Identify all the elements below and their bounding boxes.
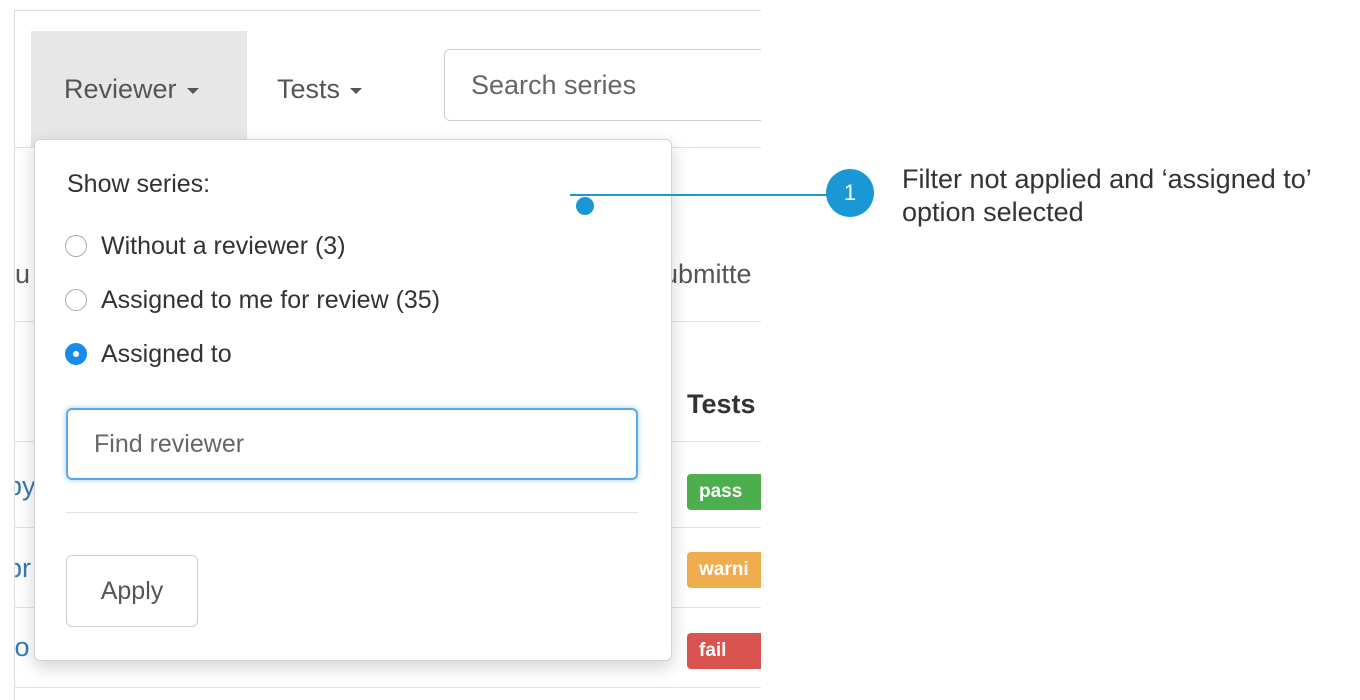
callout-connector-line xyxy=(570,194,828,196)
navbar: Reviewer Tests xyxy=(15,31,761,148)
search-series-input[interactable] xyxy=(444,49,761,121)
dropdown-divider xyxy=(66,512,638,513)
show-series-heading: Show series: xyxy=(67,170,211,198)
radio-button-icon[interactable] xyxy=(65,235,87,257)
tests-dropdown-toggle[interactable]: Tests xyxy=(277,31,363,147)
test-status-badge-pass: pass xyxy=(687,474,761,510)
reviewer-dropdown-toggle[interactable]: Reviewer xyxy=(31,31,247,147)
tests-label: Tests xyxy=(277,74,341,104)
column-fragment-submitted: ubmitte xyxy=(663,259,752,289)
radio-option-without-reviewer[interactable]: Without a reviewer (3) xyxy=(65,229,346,263)
caret-down-icon xyxy=(186,87,199,94)
radio-label: Without a reviewer (3) xyxy=(101,231,346,260)
radio-option-assigned-to-me[interactable]: Assigned to me for review (35) xyxy=(65,283,440,317)
callout-number-badge: 1 xyxy=(826,169,874,217)
radio-label: Assigned to me for review (35) xyxy=(101,285,441,314)
test-status-badge-warning: warni xyxy=(687,552,761,588)
table-divider xyxy=(15,687,761,688)
radio-label: Assigned to xyxy=(101,339,232,368)
caret-down-icon xyxy=(350,87,363,94)
screenshot-region: Reviewer Tests u ubmitte Tests py pr fo … xyxy=(14,10,761,700)
series-link[interactable]: fo xyxy=(15,632,30,663)
tests-column-header: Tests xyxy=(687,389,756,419)
radio-button-checked-icon[interactable] xyxy=(65,343,87,365)
series-link[interactable]: pr xyxy=(15,553,31,584)
series-link[interactable]: py xyxy=(15,471,36,502)
apply-button[interactable]: Apply xyxy=(66,555,198,627)
reviewer-label: Reviewer xyxy=(64,74,177,104)
find-reviewer-input[interactable] xyxy=(66,408,638,480)
reviewer-filter-dropdown: Show series: Without a reviewer (3) Assi… xyxy=(34,139,672,661)
radio-option-assigned-to[interactable]: Assigned to xyxy=(65,337,232,371)
radio-button-icon[interactable] xyxy=(65,289,87,311)
callout-anchor-dot xyxy=(576,197,594,215)
test-status-badge-fail: fail xyxy=(687,633,761,669)
callout-annotation-text: Filter not applied and ‘assigned to’ opt… xyxy=(902,164,1311,227)
